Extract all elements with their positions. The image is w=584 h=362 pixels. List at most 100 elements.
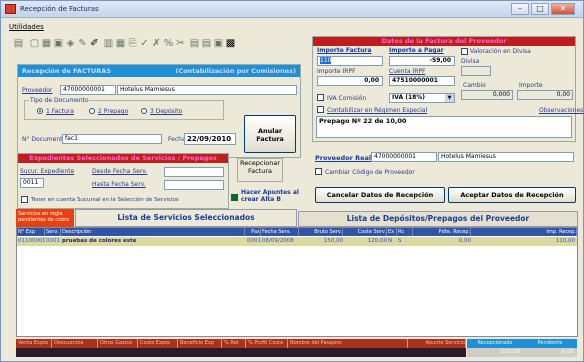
export-icon[interactable]: ▣ [213, 38, 224, 49]
iva-comision-select[interactable]: IVA (18%) ▼ [389, 93, 455, 103]
documento-input[interactable]: fac1 [62, 134, 162, 144]
fecha-input[interactable]: 22/09/2010 [184, 133, 236, 145]
col-nexp[interactable]: N° Exp [17, 228, 45, 236]
importe-irpf-input[interactable]: 0,00 [317, 76, 383, 86]
footer-col-venta: Venta Expte [16, 339, 52, 348]
col-coste[interactable]: Coste Serv. [343, 228, 387, 236]
percent-icon[interactable]: % [163, 38, 174, 49]
servicios-table: N° Exp Serv. Descripción Pax Fecha Serv.… [16, 227, 578, 337]
menu-utilidades[interactable]: Utilidades [9, 23, 44, 31]
observaciones-input[interactable]: Prepago Nº 22 de 10,00 [316, 116, 572, 138]
sucursal-input[interactable]: 0011 [20, 178, 44, 188]
col-pdte[interactable]: Pdte. Recep. [413, 228, 471, 236]
tener-cuenta-checkbox[interactable] [21, 196, 28, 203]
hasta-input[interactable] [164, 180, 224, 190]
check-icon[interactable]: ✓ [139, 38, 150, 49]
sucursal-label: Sucur. Expediente [20, 168, 75, 175]
col-pax[interactable]: Pax [245, 228, 261, 236]
col-ex[interactable]: Ex [387, 228, 397, 236]
datos-factura-panel: Datos de la Factura del Proveedor Import… [312, 36, 583, 142]
chevron-down-icon[interactable]: ▼ [445, 94, 454, 102]
fecha-label: Fecha [168, 136, 186, 143]
cross-icon[interactable]: ✗ [151, 38, 162, 49]
valoracion-divisa-checkbox[interactable] [461, 48, 468, 55]
importe-pagar-label: Importe a Pagar [389, 47, 444, 54]
footer-col-apunte: Apunte Servicio [408, 339, 466, 348]
cancelar-datos-button[interactable]: Cancelar Datos de Recepción [315, 187, 445, 203]
db-icon[interactable]: ▤ [189, 38, 200, 49]
tipo-documento-legend: Tipo de Documento [29, 97, 90, 104]
tener-cuenta-label: Tener en cuenta Sucursal en la Selección… [31, 197, 179, 203]
divisa-input[interactable] [461, 66, 491, 76]
close-button[interactable]: ✕ [551, 3, 575, 15]
col-rc[interactable]: Rc [397, 228, 413, 236]
proveedor-code-input[interactable]: 47000000001 [60, 85, 116, 95]
cambiar-codigo-checkbox[interactable] [315, 168, 322, 175]
contabilizar-label: Contabilizar en Régimen Especial [327, 107, 428, 114]
cambio-label: Cambio [463, 82, 486, 89]
hacer-apuntes-checkbox[interactable] [231, 194, 238, 201]
grid-icon[interactable]: ▦ [115, 38, 126, 49]
contabilizar-checkbox[interactable] [317, 106, 324, 113]
save-icon[interactable]: ▩ [225, 38, 236, 49]
footer-col-profit: % Profit Coste [246, 339, 288, 348]
tab-depositos[interactable]: Lista de Depósitos/Prepagos del Proveedo… [298, 211, 578, 227]
importe-factura-input[interactable]: 110 [317, 56, 383, 66]
table-row[interactable]: 011000000 0001 pruebas de colores este 0… [17, 237, 577, 246]
aceptar-datos-button[interactable]: Aceptar Datos de Recepción [448, 187, 576, 203]
radio-factura-label: 1 Factura [46, 108, 74, 115]
desde-input[interactable] [164, 167, 224, 177]
proveedor-label: Proveedor [22, 87, 53, 94]
copy-icon[interactable]: ⎘ [127, 38, 138, 49]
col-descripcion[interactable]: Descripción [61, 228, 245, 236]
cuenta-irpf-label: Cuenta IRPF [389, 68, 426, 75]
cuenta-irpf-input[interactable]: 47510000001 [389, 76, 455, 86]
minimize-button[interactable]: – [511, 3, 529, 15]
hasta-label: Hasta Fecha Serv. [92, 181, 146, 188]
cut-icon[interactable]: ✂ [175, 38, 186, 49]
pencil-icon[interactable]: ✐ [89, 38, 100, 49]
cell-rc: S [398, 238, 402, 244]
factura-title: Recepción de FACTURAS [22, 67, 112, 75]
anular-factura-button[interactable]: Anular Factura [244, 115, 296, 153]
expedientes-header: Expedientes Seleccionados de Servicios /… [18, 154, 228, 163]
footer-col-pasajero: Nombre del Pasajero [288, 339, 408, 348]
find-icon[interactable]: ◈ [65, 38, 76, 49]
table-icon[interactable]: ▦ [41, 38, 52, 49]
radio-deposito[interactable] [141, 108, 147, 114]
recepcionar-factura-button[interactable]: Recepcionar Factura [237, 158, 283, 182]
new-icon[interactable]: ▢ [29, 38, 40, 49]
db2-icon[interactable]: ▤ [201, 38, 212, 49]
footer-col-ret: % Ret [222, 339, 246, 348]
servicios-pendientes-badge: Servicios en regla pendientes de cobro [16, 209, 74, 227]
factura-header: Recepción de FACTURAS (Contabilización p… [18, 65, 300, 77]
list-icon[interactable]: ▥ [103, 38, 114, 49]
cambio-input[interactable]: 0,000 [461, 90, 513, 100]
maximize-button[interactable]: □ [531, 3, 549, 15]
datos-header: Datos de la Factura del Proveedor [313, 37, 575, 46]
print-icon[interactable]: ▣ [53, 38, 64, 49]
radio-factura[interactable] [37, 108, 43, 114]
proveedor-real-code[interactable]: 47000000001 [371, 152, 437, 162]
factura-panel: Recepción de FACTURAS (Contabilización p… [17, 64, 301, 158]
footer-col-coste: Coste Expte [138, 339, 178, 348]
col-serv[interactable]: Serv. [45, 228, 61, 236]
importe-pagar-input[interactable]: -59,00 [389, 56, 455, 66]
importe-divisa-input[interactable]: 0,00 [517, 90, 573, 100]
importe-factura-label: Importe Factura [317, 47, 372, 54]
col-imp[interactable]: Imp. Recep. [471, 228, 577, 236]
proveedor-real-name[interactable]: Hotelus Mamiesus [438, 152, 574, 162]
proveedor-real-label: Proveedor Real [315, 154, 372, 162]
edit-icon[interactable]: ✎ [77, 38, 88, 49]
col-bruto[interactable]: Bruto Serv. [299, 228, 343, 236]
cell-serv: 0001 [46, 238, 60, 244]
app-window: Recepción de Facturas – □ ✕ Utilidades ▤… [0, 0, 584, 362]
col-fecha[interactable]: Fecha Serv. [261, 228, 299, 236]
iva-comision-checkbox[interactable] [317, 94, 324, 101]
footer-col-otros: Otros Gastos [98, 339, 138, 348]
proveedor-name-input[interactable]: Hotelus Mamiesus [117, 85, 297, 95]
trash-icon[interactable]: ▤ [13, 38, 24, 49]
window-title: Recepción de Facturas [20, 5, 99, 13]
radio-prepago[interactable] [89, 108, 95, 114]
tab-servicios[interactable]: Lista de Servicios Seleccionados [75, 209, 297, 227]
